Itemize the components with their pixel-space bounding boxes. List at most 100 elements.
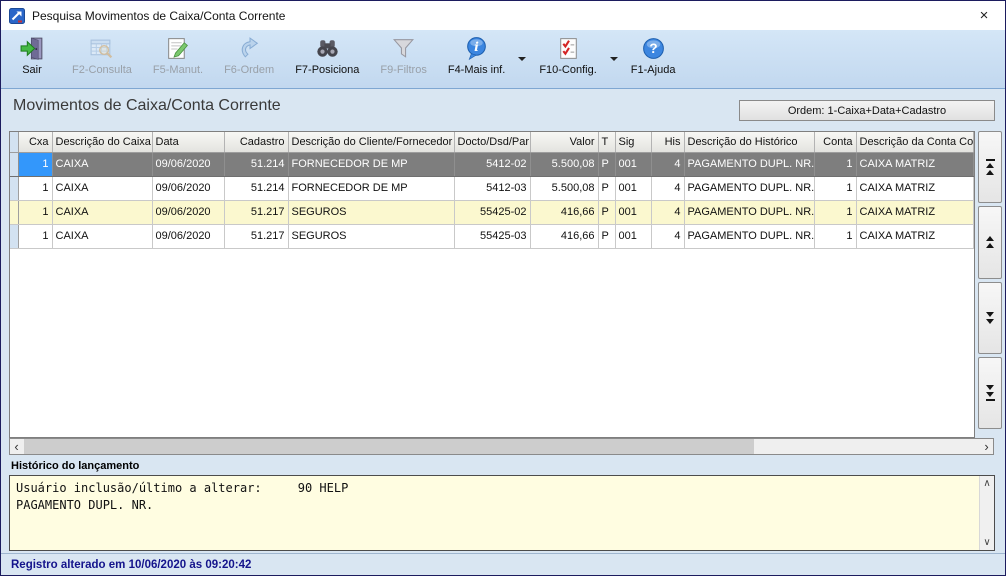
grid-cell[interactable]: 51.217 [224, 200, 288, 224]
grid-cell[interactable]: 5412-03 [454, 176, 530, 200]
grid-cell[interactable]: 416,66 [530, 200, 598, 224]
column-header[interactable]: Conta [814, 132, 856, 152]
grid-cell[interactable]: CAIXA [52, 152, 152, 176]
mais-inf-dropdown-icon[interactable] [518, 57, 526, 61]
f6-ordem-label: F6-Ordem [224, 64, 274, 76]
config-dropdown-icon[interactable] [610, 57, 618, 61]
grid-cell[interactable]: CAIXA [52, 176, 152, 200]
status-text: Registro alterado em 10/06/2020 às 09:20… [11, 559, 251, 571]
grid-cell[interactable]: 001 [615, 224, 651, 248]
grid-cell[interactable]: CAIXA [52, 200, 152, 224]
scroll-left-icon[interactable]: ‹ [10, 440, 23, 453]
column-header[interactable]: Descrição do Caixa [52, 132, 152, 152]
row-gutter [10, 224, 18, 248]
table-row[interactable]: 1CAIXA09/06/202051.214FORNECEDOR DE MP54… [10, 176, 974, 200]
grid-cell[interactable]: 4 [651, 176, 684, 200]
first-record-button[interactable] [978, 131, 1002, 203]
grid-cell[interactable]: 4 [651, 200, 684, 224]
grid-cell[interactable]: 5.500,08 [530, 152, 598, 176]
record-nav-column [978, 131, 1002, 429]
grid-cell[interactable]: CAIXA MATRIZ [856, 200, 974, 224]
grid-cell[interactable]: P [598, 176, 615, 200]
grid-cell[interactable]: 51.214 [224, 152, 288, 176]
prior-page-button[interactable] [978, 206, 1002, 278]
sair-button[interactable]: Sair [13, 35, 51, 76]
grid-cell[interactable]: CAIXA MATRIZ [856, 152, 974, 176]
grid-cell[interactable]: CAIXA MATRIZ [856, 224, 974, 248]
table-row[interactable]: 1CAIXA09/06/202051.217SEGUROS55425-02416… [10, 200, 974, 224]
grid-cell[interactable]: 1 [814, 176, 856, 200]
column-header[interactable]: Descrição do Histórico [684, 132, 814, 152]
column-header[interactable]: T [598, 132, 615, 152]
row-gutter [10, 152, 18, 176]
column-header[interactable]: His [651, 132, 684, 152]
grid-cell[interactable]: PAGAMENTO DUPL. NR. [684, 200, 814, 224]
grid-cell[interactable]: 55425-03 [454, 224, 530, 248]
grid-cell[interactable]: 001 [615, 200, 651, 224]
grid-cell[interactable]: 1 [814, 152, 856, 176]
scroll-down-icon[interactable]: ∨ [983, 537, 990, 548]
grid-cell[interactable]: 1 [814, 224, 856, 248]
grid-cell[interactable]: PAGAMENTO DUPL. NR. [684, 152, 814, 176]
grid-cell[interactable]: 1 [18, 152, 52, 176]
column-header[interactable]: Data [152, 132, 224, 152]
column-header[interactable]: Descrição do Cliente/Fornecedor [288, 132, 454, 152]
title-bar: Pesquisa Movimentos de Caixa/Conta Corre… [1, 1, 1005, 30]
grid-cell[interactable]: P [598, 152, 615, 176]
grid-cell[interactable]: 55425-02 [454, 200, 530, 224]
grid-cell[interactable]: 001 [615, 176, 651, 200]
page-title: Movimentos de Caixa/Conta Corrente [13, 97, 281, 115]
grid-cell[interactable]: 416,66 [530, 224, 598, 248]
horizontal-scrollbar[interactable]: ‹ › [9, 438, 994, 455]
grid-cell[interactable]: CAIXA [52, 224, 152, 248]
f1-ajuda-button[interactable]: ? F1-Ajuda [631, 35, 676, 76]
grid-cell[interactable]: 1 [18, 200, 52, 224]
f10-config-button[interactable]: F10-Config. [539, 35, 596, 76]
grid-cell[interactable]: 09/06/2020 [152, 224, 224, 248]
historico-textarea[interactable]: Usuário inclusão/último a alterar: 90 HE… [9, 475, 995, 551]
row-gutter [10, 200, 18, 224]
close-icon[interactable]: × [973, 4, 995, 26]
column-header[interactable]: Cadastro [224, 132, 288, 152]
grid-cell[interactable]: 51.214 [224, 176, 288, 200]
grid-cell[interactable]: 5412-02 [454, 152, 530, 176]
grid-cell[interactable]: 09/06/2020 [152, 176, 224, 200]
nav-last-icon [986, 385, 994, 390]
hscroll-thumb[interactable] [24, 439, 754, 454]
grid-cell[interactable]: PAGAMENTO DUPL. NR. [684, 224, 814, 248]
grid-cell[interactable]: 1 [18, 176, 52, 200]
scroll-right-icon[interactable]: › [980, 440, 993, 453]
scroll-up-icon[interactable]: ∧ [983, 478, 990, 489]
column-header[interactable]: Cxa [18, 132, 52, 152]
column-header[interactable]: Descrição da Conta Con [856, 132, 974, 152]
grid-cell[interactable]: 1 [18, 224, 52, 248]
grid-cell[interactable]: 4 [651, 224, 684, 248]
grid-cell[interactable]: 1 [814, 200, 856, 224]
grid-cell[interactable]: CAIXA MATRIZ [856, 176, 974, 200]
f7-posiciona-button[interactable]: F7-Posiciona [295, 35, 359, 76]
grid-cell[interactable]: 4 [651, 152, 684, 176]
grid-cell[interactable]: SEGUROS [288, 224, 454, 248]
f4-mais-inf-button[interactable]: i F4-Mais inf. [448, 35, 505, 76]
column-header[interactable]: Docto/Dsd/Par [454, 132, 530, 152]
grid-cell[interactable]: P [598, 224, 615, 248]
column-header[interactable]: Valor [530, 132, 598, 152]
grid-cell[interactable]: 09/06/2020 [152, 200, 224, 224]
grid-cell[interactable]: FORNECEDOR DE MP [288, 152, 454, 176]
column-header[interactable]: Sig [615, 132, 651, 152]
grid-cell[interactable]: PAGAMENTO DUPL. NR. [684, 176, 814, 200]
grid-cell[interactable]: FORNECEDOR DE MP [288, 176, 454, 200]
grid-cell[interactable]: 001 [615, 152, 651, 176]
next-page-button[interactable] [978, 282, 1002, 354]
grid-cell[interactable]: 51.217 [224, 224, 288, 248]
table-row[interactable]: 1CAIXA09/06/202051.214FORNECEDOR DE MP54… [10, 152, 974, 176]
hscroll-track[interactable] [23, 439, 980, 454]
grid-cell[interactable]: 09/06/2020 [152, 152, 224, 176]
f4-mais-inf-label: F4-Mais inf. [448, 64, 505, 76]
order-button[interactable]: Ordem: 1-Caixa+Data+Cadastro [739, 100, 995, 121]
last-record-button[interactable] [978, 357, 1002, 429]
grid-cell[interactable]: SEGUROS [288, 200, 454, 224]
grid-cell[interactable]: 5.500,08 [530, 176, 598, 200]
grid-cell[interactable]: P [598, 200, 615, 224]
table-row[interactable]: 1CAIXA09/06/202051.217SEGUROS55425-03416… [10, 224, 974, 248]
